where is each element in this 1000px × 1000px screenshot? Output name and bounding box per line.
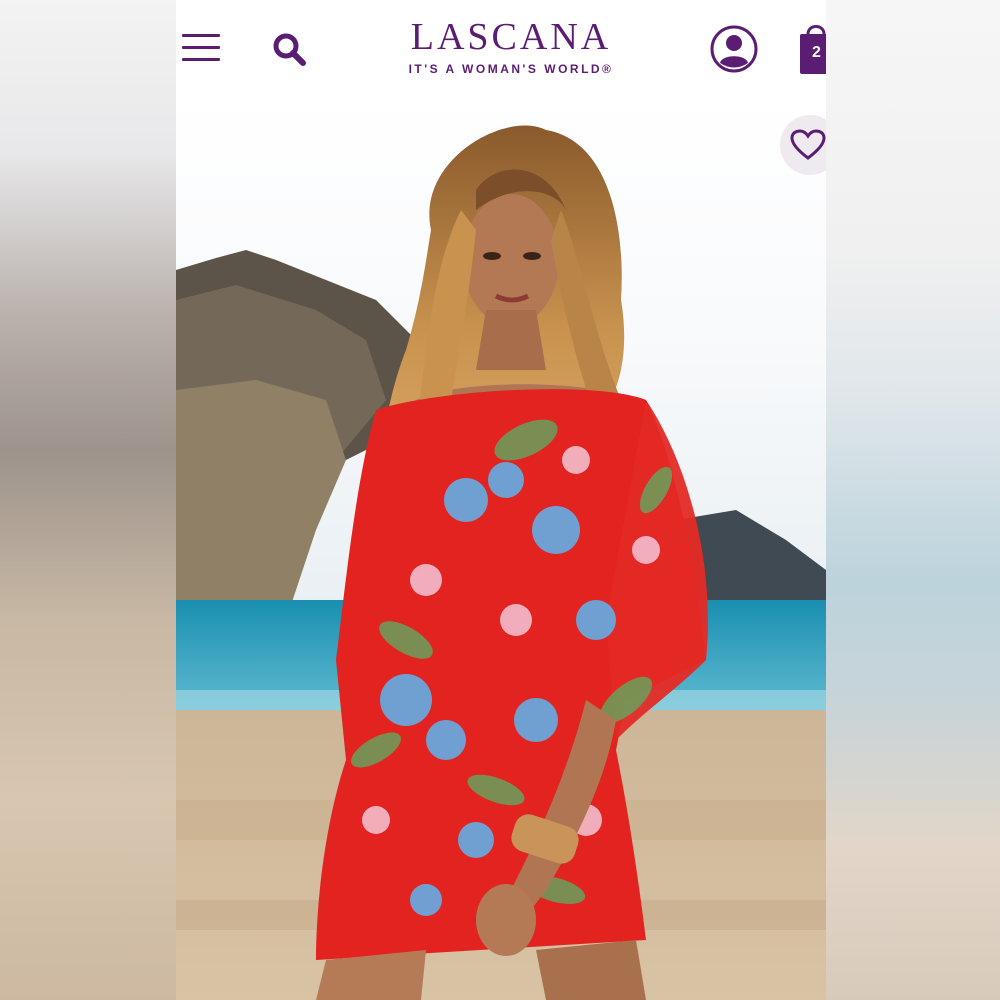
mobile-screenshot: LASCANA IT'S A WOMAN'S WORLD® 2 — [176, 0, 826, 1000]
cart-button[interactable]: 2 — [800, 20, 826, 76]
hamburger-menu-icon — [182, 34, 220, 61]
brand-tagline: IT'S A WOMAN'S WORLD® — [408, 62, 614, 76]
brand-logo[interactable]: LASCANA IT'S A WOMAN'S WORLD® — [376, 16, 646, 76]
search-button[interactable] — [270, 30, 310, 70]
account-button[interactable] — [709, 24, 759, 74]
cart-count-badge: 2 — [812, 44, 821, 61]
brand-name: LASCANA — [410, 16, 612, 58]
product-photo[interactable] — [176, 100, 826, 1000]
blurred-background-left — [0, 0, 176, 1000]
page: LASCANA IT'S A WOMAN'S WORLD® 2 — [0, 0, 1000, 1000]
user-account-icon — [710, 25, 758, 73]
site-header: LASCANA IT'S A WOMAN'S WORLD® 2 — [176, 0, 826, 100]
search-icon — [273, 33, 306, 66]
heart-icon — [790, 129, 826, 160]
blurred-background-right — [826, 0, 1000, 1000]
menu-button[interactable] — [182, 34, 220, 68]
